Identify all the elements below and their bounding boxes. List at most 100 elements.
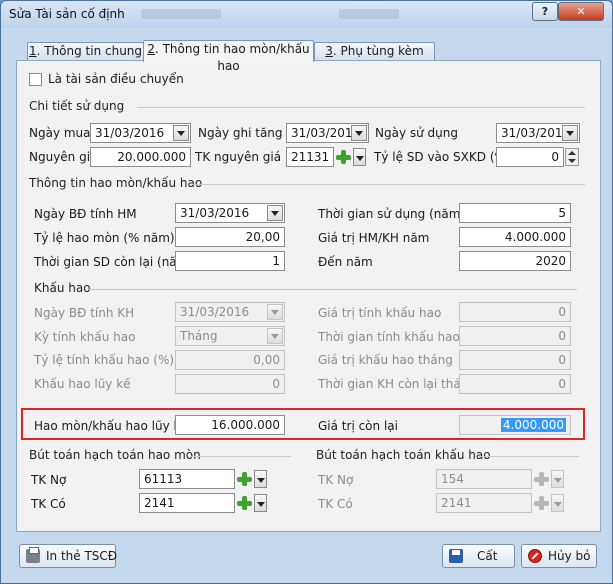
selected-text: 4.000.000	[500, 418, 566, 432]
remaining-value-label: Giá trị còn lại	[318, 419, 398, 433]
kh-remaining-months-field[interactable]: 0	[459, 374, 571, 394]
usage-heading: Chi tiết sử dụng	[29, 99, 125, 113]
chevron-down-icon[interactable]	[254, 470, 267, 488]
print-card-button[interactable]: In thẻ TSCĐ	[19, 544, 117, 568]
close-button[interactable]: ✕	[558, 2, 604, 21]
hm-credit-label: TK Có	[31, 497, 66, 511]
chevron-down-icon	[267, 304, 283, 320]
divider	[137, 107, 585, 108]
sxkd-ratio-label: Tỷ lệ SD vào SXKD (%)	[374, 150, 511, 164]
end-year-field[interactable]: 2020	[459, 251, 571, 271]
title-bar[interactable]: Sửa Tài sản cố định ? ✕	[1, 1, 612, 28]
transfer-label: Là tài sản điều chuyển	[48, 72, 184, 86]
use-time-label: Thời gian sử dụng (năm)	[318, 207, 466, 221]
chevron-down-icon[interactable]	[267, 205, 283, 221]
hm-rate-label: Tỷ lệ hao mòn (% năm)	[34, 231, 175, 245]
add-icon	[532, 470, 550, 488]
add-icon[interactable]	[334, 148, 352, 166]
add-icon[interactable]	[235, 494, 253, 512]
sxkd-ratio-field[interactable]: 0	[496, 147, 564, 167]
kh-time-field[interactable]: 0	[459, 326, 571, 346]
hm-credit-account-field[interactable]: 2141	[139, 493, 235, 513]
kh-period-label: Kỳ tính khấu hao	[34, 330, 136, 344]
accumulated-total-label: Hao mòn/khấu hao lũy kế	[34, 419, 188, 433]
printer-icon	[26, 547, 40, 563]
kh-debit-label: TK Nợ	[318, 473, 354, 487]
kh-debit-account-field[interactable]: 154	[436, 469, 532, 489]
kh-start-date-label: Ngày BĐ tính KH	[34, 306, 135, 320]
annual-value-field[interactable]: 4.000.000	[459, 227, 571, 247]
use-date-label: Ngày sử dụng	[375, 126, 458, 140]
chevron-down-icon	[551, 494, 564, 512]
kh-monthly-label: Giá trị khấu hao tháng	[318, 353, 453, 367]
blurred-title-text	[339, 9, 399, 19]
kh-time-label: Thời gian tính khấu hao	[318, 330, 460, 344]
window-title: Sửa Tài sản cố định	[9, 7, 125, 21]
kh-start-date-picker[interactable]: 31/03/2016	[175, 302, 285, 322]
cost-field[interactable]: 20.000.000	[90, 147, 191, 167]
hm-debit-label: TK Nợ	[31, 473, 67, 487]
edit-asset-dialog: Sửa Tài sản cố định ? ✕ 1. Thông tin chu…	[0, 0, 613, 584]
chevron-down-icon	[551, 470, 564, 488]
save-icon	[449, 549, 463, 563]
depreciation-heading: Thông tin hao mòn/khấu hao	[29, 176, 203, 190]
end-year-label: Đến năm	[318, 255, 373, 269]
hm-rate-field[interactable]: 20,00	[175, 227, 285, 247]
cancel-button[interactable]: Hủy bỏ	[521, 544, 597, 568]
tab-spare-parts[interactable]: 3. Phụ tùng kèm theo	[314, 42, 435, 75]
kh-rate-field[interactable]: 0,00	[175, 350, 285, 370]
record-date-label: Ngày ghi tăng	[198, 126, 283, 140]
remaining-value-field[interactable]: 4.000.000	[459, 415, 571, 435]
cancel-icon	[528, 549, 542, 563]
divider	[191, 456, 291, 457]
chevron-down-icon	[267, 328, 283, 344]
divider	[192, 184, 585, 185]
divider	[479, 456, 579, 457]
sxkd-ratio-stepper[interactable]	[565, 148, 579, 166]
cost-account-field[interactable]: 21131	[286, 147, 334, 167]
kh-period-select[interactable]: Tháng	[175, 326, 285, 346]
transfer-checkbox[interactable]	[29, 73, 42, 86]
kh-base-value-field[interactable]: 0	[459, 302, 571, 322]
chevron-down-icon[interactable]	[173, 125, 189, 141]
kh-credit-account-field[interactable]: 2141	[436, 493, 532, 513]
use-time-field[interactable]: 5	[459, 203, 571, 223]
remaining-time-label: Thời gian SD còn lại (năm)	[34, 255, 194, 269]
posting-kh-heading: Bút toán hạch toán khấu hao	[316, 448, 491, 462]
kh-rate-label: Tỷ lệ tính khấu hao (%)	[34, 353, 175, 367]
khau-hao-heading: Khấu hao	[34, 281, 91, 295]
divider	[89, 289, 577, 290]
kh-accumulated-label: Khấu hao lũy kế	[34, 377, 131, 391]
kh-monthly-field[interactable]: 0	[459, 350, 571, 370]
hm-start-date-picker[interactable]: 31/03/2016	[175, 203, 285, 223]
arrow-down-icon	[568, 159, 576, 163]
tab-general-info[interactable]: 1. Thông tin chung	[27, 42, 144, 61]
purchase-date-label: Ngày mua	[29, 126, 91, 140]
posting-hm-heading: Bút toán hạch toán hao mòn	[29, 448, 201, 462]
record-date-picker[interactable]: 31/03/2016	[286, 123, 369, 143]
blurred-title-text	[141, 9, 221, 19]
hm-debit-account-field[interactable]: 61113	[139, 469, 235, 489]
kh-credit-label: TK Có	[318, 497, 353, 511]
help-button[interactable]: ?	[532, 2, 558, 21]
accumulated-total-field[interactable]: 16.000.000	[175, 415, 285, 435]
remaining-time-field[interactable]: 1	[175, 251, 285, 271]
chevron-down-icon[interactable]	[353, 148, 366, 166]
annual-value-label: Giá trị HM/KH năm	[318, 231, 430, 245]
use-date-picker[interactable]: 31/03/2016	[496, 123, 580, 143]
cost-account-label: TK nguyên giá (*)	[195, 150, 301, 164]
cost-label: Nguyên giá	[29, 150, 98, 164]
kh-base-value-label: Giá trị tính khấu hao	[318, 306, 442, 320]
arrow-up-icon	[568, 151, 576, 155]
chevron-down-icon[interactable]	[562, 125, 578, 141]
tab-depreciation-info[interactable]: 2. Thông tin hao mòn/khấu hao	[143, 40, 314, 73]
hm-start-date-label: Ngày BĐ tính HM	[34, 207, 137, 221]
add-icon	[532, 494, 550, 512]
purchase-date-picker[interactable]: 31/03/2016	[90, 123, 191, 143]
save-button[interactable]: Cất	[442, 544, 515, 568]
kh-accumulated-field[interactable]: 0	[175, 374, 285, 394]
chevron-down-icon[interactable]	[254, 494, 267, 512]
add-icon[interactable]	[235, 470, 253, 488]
chevron-down-icon[interactable]	[351, 125, 367, 141]
kh-remaining-months-label: Thời gian KH còn lại tháng	[318, 377, 476, 391]
